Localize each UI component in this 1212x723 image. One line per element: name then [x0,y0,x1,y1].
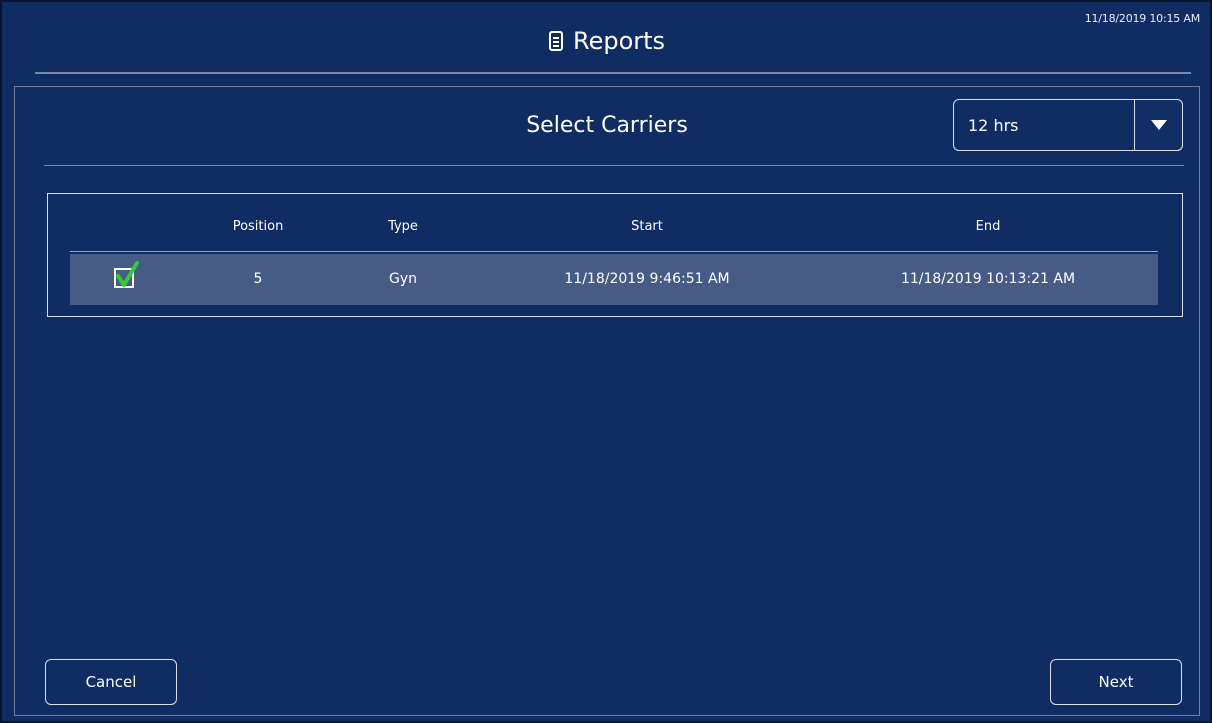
report-document-icon [548,31,563,51]
table-row[interactable]: 5 Gyn 11/18/2019 9:46:51 AM 11/18/2019 1… [70,254,1158,305]
column-header-start: Start [631,219,663,234]
checkmark-icon [116,261,139,287]
panel-divider [44,165,1184,166]
column-header-type: Type [388,219,418,234]
time-range-value: 12 hrs [968,116,1019,135]
row-select-checkbox[interactable] [114,261,139,288]
header-title-group: Reports [4,26,1210,56]
select-carriers-panel: Select Carriers 12 hrs Position Type Sta… [14,86,1200,716]
time-range-dropdown-button[interactable] [1134,99,1183,151]
column-header-position: Position [232,219,284,234]
carriers-table: Position Type Start End 5 Gyn 11/18/2019… [47,193,1183,317]
column-header-end: End [975,219,1001,234]
table-header-divider [70,251,1158,252]
cell-end: 11/18/2019 10:13:21 AM [900,271,1076,287]
app-window: Reports 11/18/2019 10:15 AM Select Carri… [0,0,1212,723]
dropdown-caret-icon [1150,120,1167,130]
header-bar: Reports 11/18/2019 10:15 AM [4,4,1210,74]
clock-timestamp: 11/18/2019 10:15 AM [1084,12,1201,25]
cancel-button[interactable]: Cancel [45,659,177,705]
header-divider [35,72,1191,74]
page-title: Reports [572,27,666,55]
cell-type: Gyn [388,271,418,287]
cell-position: 5 [253,271,263,287]
time-range-select[interactable]: 12 hrs [953,99,1183,151]
cell-start: 11/18/2019 9:46:51 AM [564,271,730,287]
next-button[interactable]: Next [1050,659,1182,705]
